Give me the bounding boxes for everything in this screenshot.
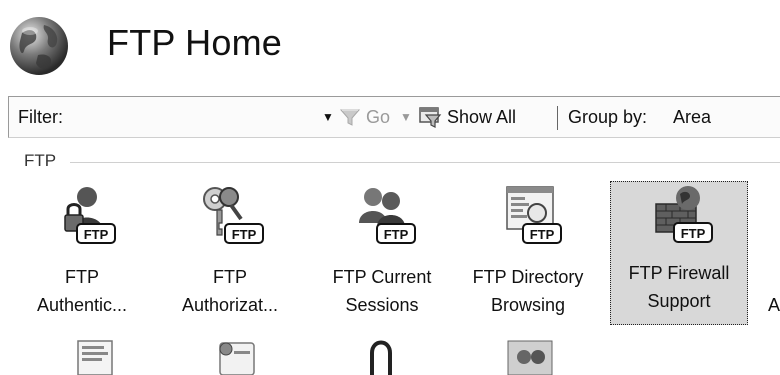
feature-label: FTP Authentic...	[36, 267, 128, 315]
ftp-messages-icon	[219, 342, 255, 375]
lock-icon	[370, 340, 392, 375]
feature-label: FTP Current Sessions	[332, 267, 432, 315]
filter-toolbar: Filter: ▼ Go ▼ Show All Group by: Area	[8, 96, 780, 138]
group-by-select[interactable]: Area	[673, 107, 711, 128]
ftp-badge-text: FTP	[232, 227, 257, 242]
ftp-logging-icon	[77, 340, 113, 375]
ftp-current-sessions-icon: FTP	[359, 188, 416, 244]
show-all-button[interactable]: Show All	[447, 107, 516, 128]
ftp-authorization-icon: FTP	[203, 187, 264, 244]
show-all-icon[interactable]	[418, 104, 444, 130]
page-header: FTP Home	[0, 0, 780, 85]
feature-label: FTP Authorizat...	[181, 267, 279, 315]
filter-label: Filter:	[18, 107, 63, 127]
group-by-label: Group by:	[568, 107, 648, 127]
feature-ftp-directory-browsing[interactable]: FTP FTP Directory Browsing	[462, 183, 594, 325]
ftp-firewall-support-icon: FTP	[655, 186, 713, 243]
filter-dropdown-arrow[interactable]: ▼	[322, 110, 334, 124]
go-dropdown-arrow[interactable]: ▼	[400, 110, 412, 124]
ftp-badge-text: FTP	[681, 226, 706, 241]
feature-ftp-authentication[interactable]: FTP FTP Authentic...	[16, 183, 148, 325]
feature-label: FTP Directory Browsing	[472, 267, 584, 315]
group-divider	[70, 162, 780, 163]
toolbar-separator	[557, 106, 558, 130]
ftp-authentication-icon: FTP	[64, 187, 116, 244]
globe-icon	[10, 17, 68, 75]
feature-ftp-firewall-support[interactable]: FTP FTP Firewall Support	[610, 181, 748, 325]
funnel-icon[interactable]	[339, 106, 361, 128]
ftp-badge-text: FTP	[84, 227, 109, 242]
feature-ftp-current-sessions[interactable]: FTP FTP Current Sessions	[316, 183, 448, 325]
go-button[interactable]: Go	[366, 107, 390, 128]
feature-partial[interactable]: A	[760, 183, 780, 325]
feature-ftp-authorization[interactable]: FTP FTP Authorizat...	[164, 183, 296, 325]
ftp-users-icon	[507, 340, 553, 375]
group-header-label: FTP	[24, 151, 57, 170]
feature-label: A	[768, 295, 780, 315]
filter-input[interactable]	[97, 101, 333, 135]
page-title: FTP Home	[107, 22, 282, 63]
ftp-badge-text: FTP	[384, 227, 409, 242]
ftp-badge-text: FTP	[530, 227, 555, 242]
ftp-directory-browsing-icon: FTP	[506, 186, 562, 244]
feature-label: FTP Firewall Support	[628, 263, 730, 311]
